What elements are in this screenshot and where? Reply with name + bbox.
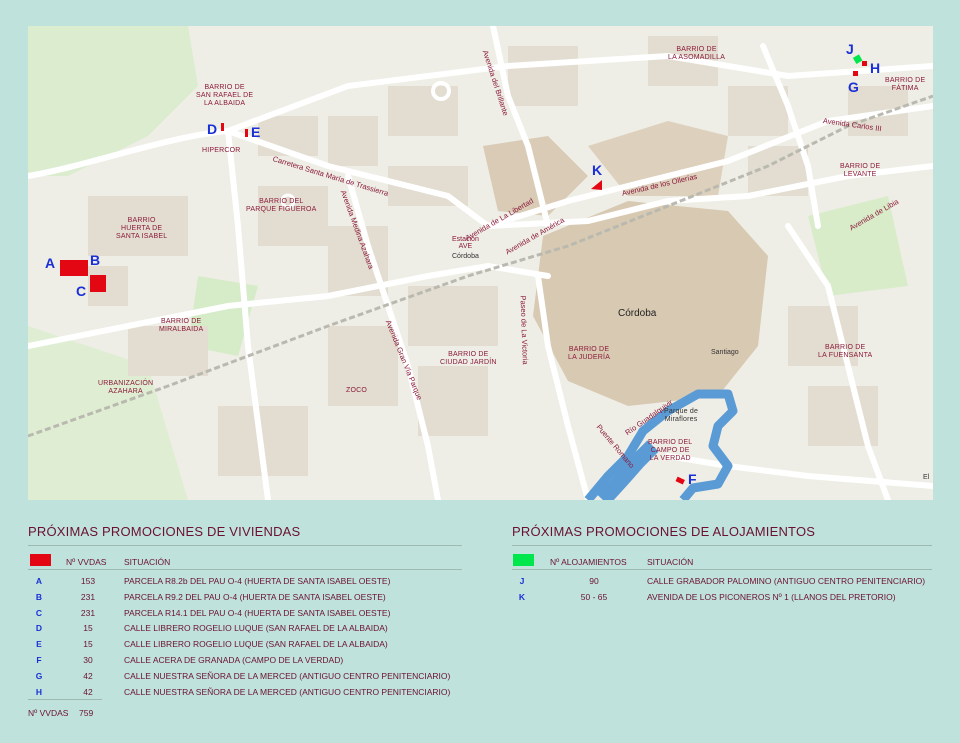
viviendas-row-situation: PARCELA R8.2b DEL PAU O-4 (HUERTA DE SAN… — [124, 576, 391, 586]
viviendas-row-count: 231 — [80, 607, 96, 618]
alojamientos-row-letter: K — [518, 591, 526, 602]
label-zoco: ZOCO — [346, 387, 368, 394]
viviendas-row-letter: A — [35, 576, 43, 586]
viviendas-row-situation: CALLE NUESTRA SEÑORA DE LA MERCED (ANTIG… — [124, 686, 451, 697]
viviendas-row-count: 30 — [83, 655, 93, 665]
viviendas-row-count: 153 — [80, 576, 96, 586]
alojamientos-title: PRÓXIMAS PROMOCIONES DE ALOJAMIENTOS — [512, 524, 816, 539]
label-juderia: BARRIO DE LA JUDERÍA — [568, 346, 611, 361]
plot-a — [60, 260, 74, 276]
viviendas-row-letter: D — [35, 623, 43, 634]
alojamientos-row-situation: AVENIDA DE LOS PICONEROS Nº 1 (LLANOS DE… — [647, 591, 896, 602]
marker-f[interactable]: F — [688, 471, 697, 487]
viviendas-row-letter: B — [35, 591, 43, 602]
alojamientos-col-situation: SITUACIÓN — [647, 557, 694, 567]
marker-h[interactable]: H — [870, 60, 880, 76]
plot-c — [90, 275, 106, 292]
viviendas-row-letter: G — [35, 670, 43, 681]
viviendas-row-situation: PARCELA R14.1 DEL PAU O-4 (HUERTA DE SAN… — [124, 607, 391, 618]
viviendas-total-label: Nº VVDAS — [28, 708, 69, 718]
label-santiago: Santiago — [711, 349, 739, 356]
label-fuensanta: BARRIO DE LA FUENSANTA — [818, 344, 873, 359]
label-parque-miraflores: Parque de Miraflores — [664, 408, 699, 423]
marker-j[interactable]: J — [846, 41, 854, 57]
label-asomadilla: BARRIO DE LA ASOMADILLA — [668, 46, 726, 61]
label-edge: El — [923, 474, 930, 481]
viviendas-row-situation: CALLE LIBRERO ROGELIO LUQUE (SAN RAFAEL … — [124, 623, 388, 634]
alojamientos-row-letter: J — [519, 576, 525, 586]
label-cordoba: Córdoba — [618, 308, 657, 319]
label-station-cordoba: Córdoba — [452, 253, 479, 260]
label-san-rafael: BARRIO DE SAN RAFAEL DE LA ALBAIDA — [196, 84, 254, 107]
viviendas-row-count: 42 — [83, 670, 93, 681]
alojamientos-row-count: 50 - 65 — [580, 591, 608, 602]
viviendas-swatch — [30, 554, 51, 566]
viviendas-col-situation: SITUACIÓN — [124, 557, 171, 567]
viviendas-row-count: 42 — [83, 686, 93, 697]
plot-j — [852, 54, 863, 64]
viviendas-row-letter: F — [36, 655, 42, 665]
viviendas-title: PRÓXIMAS PROMOCIONES DE VIVIENDAS — [28, 524, 301, 539]
marker-e[interactable]: E — [251, 124, 260, 140]
label-levante: BARRIO DE LEVANTE — [840, 163, 881, 178]
viviendas-row-letter: C — [35, 607, 43, 618]
plot-d — [221, 123, 224, 131]
viviendas-row-count: 15 — [83, 639, 93, 650]
old-town-area — [533, 201, 768, 406]
alojamientos-title-rule — [512, 545, 932, 546]
viviendas-row-situation: PARCELA R9.2 DEL PAU O-4 (HUERTA DE SANT… — [124, 591, 386, 602]
marker-c[interactable]: C — [76, 283, 86, 299]
viviendas-total-value: 759 — [79, 708, 94, 718]
viviendas-col-count: Nº VVDAS — [66, 557, 107, 567]
label-campo-verdad: BARRIO DEL CAMPO DE LA VERDAD — [648, 439, 693, 462]
viviendas-row-letter: H — [35, 686, 43, 697]
label-estacion: Estación AVE — [452, 236, 479, 250]
marker-k[interactable]: K — [592, 162, 602, 178]
label-hipercor: HIPERCOR — [202, 147, 241, 154]
alojamientos-swatch — [513, 554, 534, 566]
marker-d[interactable]: D — [207, 121, 217, 137]
plot-e — [245, 129, 248, 137]
marker-a[interactable]: A — [45, 255, 55, 271]
city-map[interactable]: BARRIO DE LA ASOMADILLA BARRIO DE FÁTIMA… — [28, 26, 933, 500]
viviendas-row-situation: CALLE ACERA DE GRANADA (CAMPO DE LA VERD… — [124, 655, 344, 665]
label-santa-isabel: BARRIO HUERTA DE SANTA ISABEL — [116, 217, 168, 240]
viviendas-row-count: 231 — [80, 591, 96, 602]
alojamientos-col-count: Nº ALOJAMIENTOS — [550, 557, 627, 567]
label-figueroa: BARRIO DEL PARQUE FIGUEROA — [246, 198, 317, 213]
viviendas-title-rule — [28, 545, 462, 546]
marker-g[interactable]: G — [848, 79, 859, 95]
viviendas-header-rule — [28, 569, 462, 570]
plot-k — [591, 180, 602, 190]
viviendas-row-count: 15 — [83, 623, 93, 634]
label-azahara: URBANIZACIÓN AZAHARA — [98, 380, 154, 395]
alojamientos-row-situation: CALLE GRABADOR PALOMINO (ANTIGUO CENTRO … — [647, 576, 926, 586]
map-graphics — [28, 26, 933, 500]
label-miralbaida: BARRIO DE MIRALBAIDA — [159, 318, 204, 333]
viviendas-total-rule — [28, 699, 102, 700]
label-ciudad-jardin: BARRIO DE CIUDAD JARDÍN — [440, 351, 497, 366]
plot-f — [675, 476, 685, 485]
viviendas-row-situation: CALLE LIBRERO ROGELIO LUQUE (SAN RAFAEL … — [124, 639, 388, 650]
plot-h — [862, 61, 867, 66]
alojamientos-header-rule — [512, 569, 932, 570]
plot-g — [853, 71, 858, 76]
plot-b — [74, 260, 88, 276]
alojamientos-row-count: 90 — [589, 576, 599, 586]
viviendas-row-situation: CALLE NUESTRA SEÑORA DE LA MERCED (ANTIG… — [124, 670, 451, 681]
marker-b[interactable]: B — [90, 252, 100, 268]
viviendas-row-letter: E — [36, 639, 42, 650]
label-fatima: BARRIO DE FÁTIMA — [885, 77, 926, 92]
